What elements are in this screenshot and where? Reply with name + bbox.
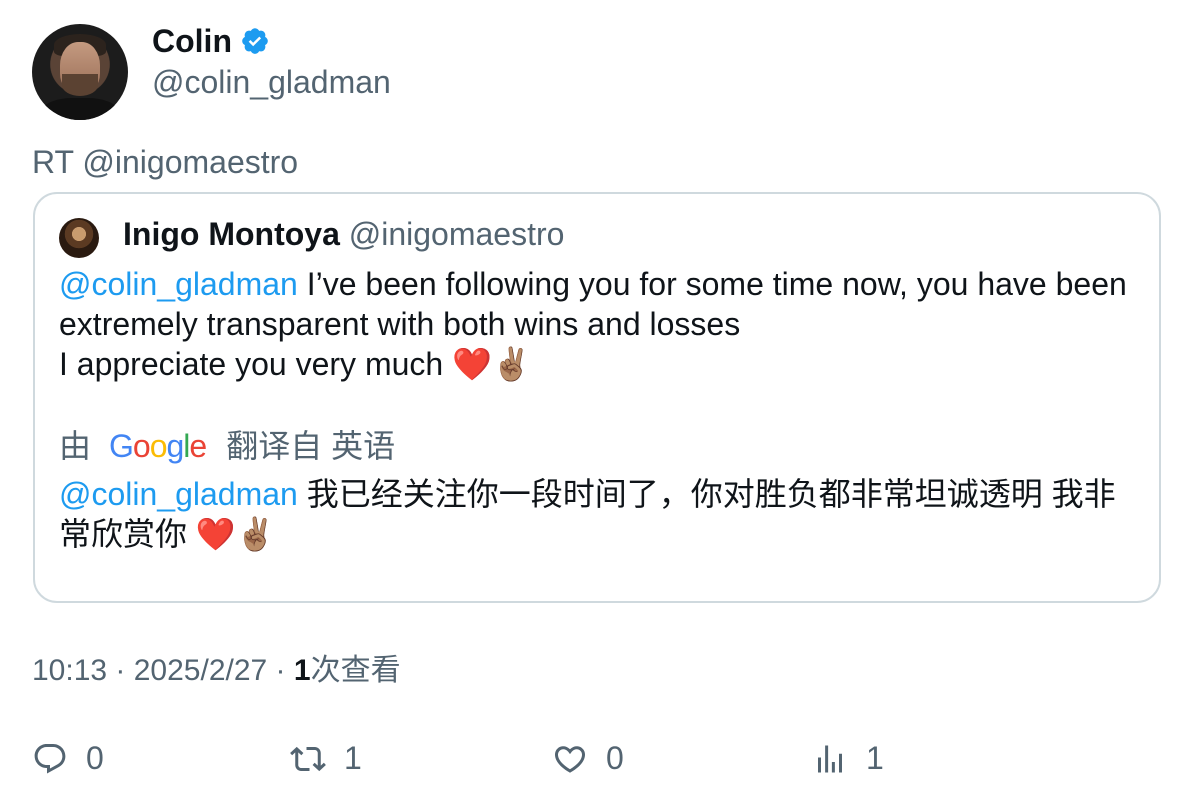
mention-link[interactable]: @colin_gladman (59, 266, 298, 302)
quoted-tweet-card[interactable]: Inigo Montoya @inigomaestro @colin_gladm… (33, 192, 1161, 603)
reply-count: 0 (86, 740, 104, 776)
verified-badge-icon (242, 28, 268, 54)
view-count: 1 (293, 654, 311, 687)
translation-attribution: 由 Google 翻译自 英语 (59, 426, 395, 466)
heart-icon (554, 745, 586, 773)
google-logo-icon: Google (109, 428, 207, 464)
retweet-icon (290, 746, 326, 771)
quoted-tweet-text: @colin_gladman I’ve been following you f… (59, 264, 1139, 384)
author-handle[interactable]: @colin_gladman (152, 63, 391, 101)
like-count: 0 (606, 740, 624, 776)
quoted-author-header: Inigo Montoya @inigomaestro (123, 214, 564, 254)
tweet-time[interactable]: 10:13 (32, 654, 107, 687)
action-bar: 0 1 0 1 (32, 740, 1162, 780)
translation-by-label: 由 (59, 428, 92, 464)
author-avatar[interactable] (32, 24, 128, 120)
translated-text: @colin_gladman 我已经关注你一段时间了，你对胜负都非常坦诚透明 我… (59, 474, 1139, 554)
quoted-text-line2: I appreciate you very much (59, 346, 444, 382)
quoted-author-handle[interactable]: @inigomaestro (349, 216, 565, 252)
author-name-row: Colin (152, 22, 270, 60)
retweet-button[interactable]: 1 (290, 740, 362, 777)
heart-peace-emoji: ❤️✌🏽 (452, 346, 532, 382)
analytics-icon (818, 745, 842, 772)
avatar-shoulder (40, 98, 120, 120)
tweet-date[interactable]: 2025/2/27 (134, 654, 267, 687)
like-button[interactable]: 0 (552, 740, 624, 777)
quoted-author-avatar[interactable] (59, 218, 99, 258)
translated-emoji: ❤️✌🏽 (195, 516, 276, 552)
author-name[interactable]: Colin (152, 22, 232, 60)
views-button[interactable]: 1 (812, 740, 884, 777)
view-label: 次查看 (310, 654, 401, 687)
reply-button[interactable]: 0 (32, 740, 104, 777)
retweet-prefix: RT @inigomaestro (32, 144, 299, 180)
translated-mention-link[interactable]: @colin_gladman (59, 476, 298, 512)
avatar-beard (62, 74, 98, 96)
reply-icon (34, 743, 66, 774)
view-count-action: 1 (866, 740, 884, 776)
tweet-meta: 10:13 · 2025/2/27 · 1次查看 (32, 654, 401, 687)
retweet-count: 1 (344, 740, 362, 776)
translation-source-label: 翻译自 英语 (226, 428, 396, 464)
quoted-author-name[interactable]: Inigo Montoya (123, 216, 340, 252)
